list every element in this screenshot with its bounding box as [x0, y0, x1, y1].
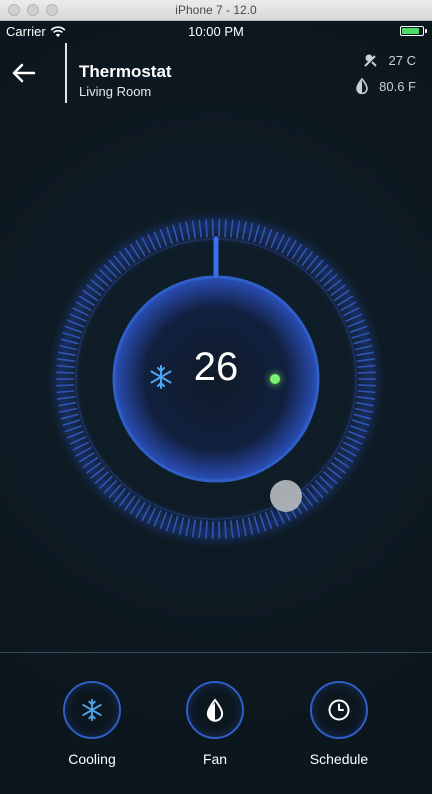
window-title: iPhone 7 - 12.0	[175, 3, 257, 17]
dial-drag-handle[interactable]	[270, 480, 302, 512]
room-name: Living Room	[79, 84, 152, 99]
battery-icon	[400, 26, 427, 36]
header-divider	[65, 43, 67, 103]
humidity-value: 80.6 F	[379, 78, 416, 94]
mode-cooling[interactable]: Cooling	[52, 681, 132, 767]
page-title: Thermostat	[79, 62, 172, 81]
schedule-label: Schedule	[309, 751, 369, 767]
status-time: 10:00 PM	[188, 24, 244, 39]
drop-icon	[356, 78, 368, 94]
back-arrow-icon	[12, 63, 36, 83]
phone-screen: Carrier 10:00 PM Thermostat Living Room	[0, 21, 432, 794]
cooling-button[interactable]	[63, 681, 121, 739]
drop-icon	[206, 698, 224, 722]
mode-schedule[interactable]: Schedule	[299, 681, 379, 767]
outdoor-temperature-value: 27 C	[388, 52, 416, 68]
current-temperature: 26	[193, 345, 239, 389]
header: Thermostat Living Room 27 C 80.6 F	[0, 43, 432, 103]
status-dot	[270, 374, 280, 384]
humidity-reading: 80.6 F	[355, 78, 416, 94]
simulator-window-bar: iPhone 7 - 12.0	[0, 0, 432, 21]
bottom-divider	[0, 652, 432, 653]
mode-fan[interactable]: Fan	[175, 681, 255, 767]
snowflake-icon	[82, 698, 102, 722]
fan-button[interactable]	[186, 681, 244, 739]
status-bar: Carrier 10:00 PM	[0, 21, 432, 43]
weather-icon	[363, 54, 377, 67]
schedule-button[interactable]	[310, 681, 368, 739]
thermostat-dial[interactable]: 26	[46, 209, 386, 549]
cooling-label: Cooling	[68, 751, 116, 767]
fan-label: Fan	[202, 751, 228, 767]
back-button[interactable]	[10, 59, 42, 87]
clock-icon	[328, 699, 350, 721]
outdoor-temperature-reading: 27 C	[363, 52, 416, 68]
